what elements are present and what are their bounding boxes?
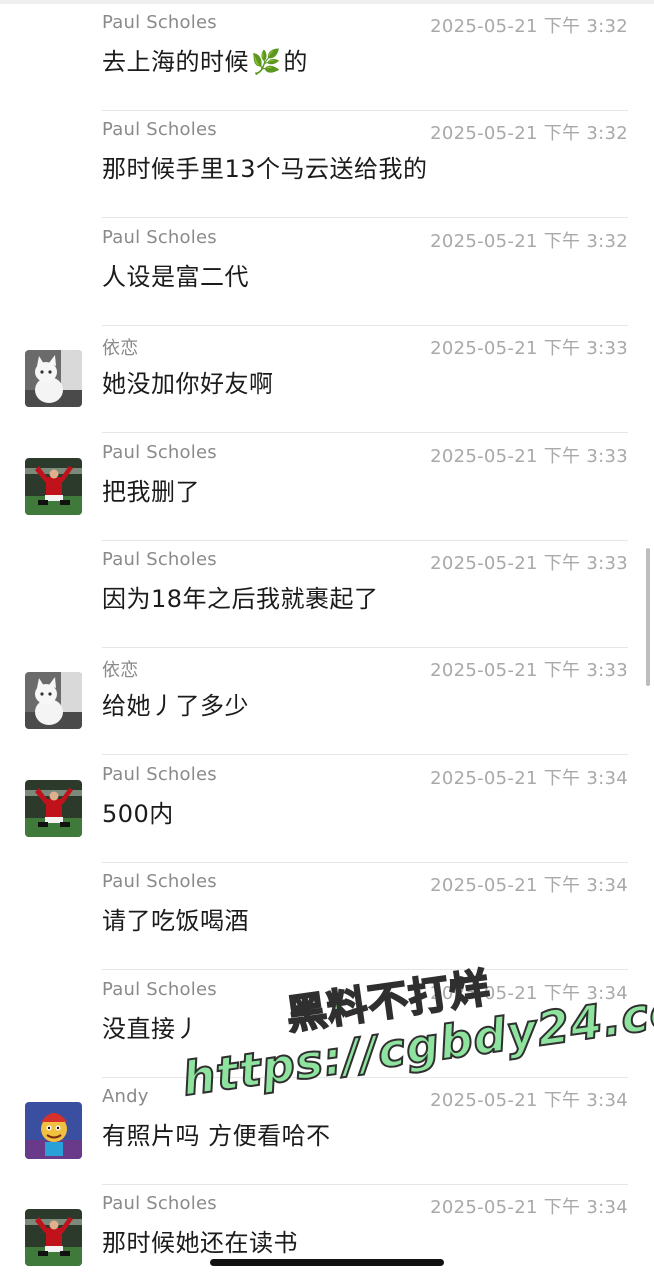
sender-name: Andy xyxy=(102,1086,149,1107)
message-item[interactable]: Paul Scholes 2025-05-21 下午 3:34 500内 xyxy=(0,756,654,863)
message-text[interactable]: 500内 xyxy=(102,794,174,829)
message-text-content: 500内 xyxy=(102,799,174,828)
message-text-content: 那时候手里13个马云送给我的 xyxy=(102,155,428,184)
sender-name: Paul Scholes xyxy=(102,119,217,141)
message-item[interactable]: 依恋 2025-05-21 下午 3:33 给她丿了多少 xyxy=(0,648,654,756)
message-text[interactable]: 人设是富二代 xyxy=(102,257,249,292)
message-timestamp: 2025-05-21 下午 3:33 xyxy=(430,660,628,682)
message-text-content: 她没加你好友啊 xyxy=(102,370,274,399)
white-cat-avatar[interactable] xyxy=(25,350,82,408)
sender-name: 依恋 xyxy=(102,338,139,360)
message-item[interactable]: Paul Scholes 2025-05-21 下午 3:33 因为18年之后我就裹… xyxy=(0,541,654,648)
message-text[interactable]: 那时候她还在读书 xyxy=(102,1223,298,1258)
message-item[interactable]: Paul Scholes 2025-05-21 下午 3:32 人设是富二代 xyxy=(0,219,654,326)
message-timestamp: 2025-05-21 下午 3:32 xyxy=(430,123,628,145)
sender-name: Paul Scholes xyxy=(102,549,217,570)
message-text-content: 去上海的时候 xyxy=(102,48,249,76)
message-text-content: 把我删了 xyxy=(102,477,200,506)
message-timestamp: 2025-05-21 下午 3:33 xyxy=(430,553,628,574)
message-item[interactable]: Paul Scholes 2025-05-21 下午 3:34 请了吃饭喝酒 xyxy=(0,863,654,971)
message-text[interactable]: 没直接丿 xyxy=(102,1009,200,1044)
footballer-avatar[interactable] xyxy=(25,779,82,837)
message-item[interactable]: Paul Scholes 2025-05-21 下午 3:32 那时候手里13个马云… xyxy=(0,111,654,219)
message-item[interactable]: Andy 2025-05-21 下午 3:34 有照片吗 方便看哈不 xyxy=(0,1078,654,1185)
chat-history-screen: Paul Scholes 2025-05-21 下午 3:32 去上海的时候🌿的 Pa… xyxy=(0,0,654,1280)
message-text-content: 给她丿了多少 xyxy=(102,692,249,721)
message-text-suffix: 的 xyxy=(283,48,308,76)
message-text[interactable]: 她没加你好友啊 xyxy=(102,364,274,399)
sender-name: Paul Scholes xyxy=(102,763,217,785)
message-text-content: 请了吃饭喝酒 xyxy=(102,907,249,936)
sender-name: Paul Scholes xyxy=(102,871,217,893)
message-item[interactable]: Paul Scholes 2025-05-21 下午 3:33 把我删了 xyxy=(0,434,654,541)
white-cat-avatar[interactable] xyxy=(25,672,82,730)
message-text[interactable]: 因为18年之后我就裹起了 xyxy=(102,579,379,614)
scrollbar[interactable] xyxy=(646,548,650,686)
message-text-content: 人设是富二代 xyxy=(102,262,249,291)
message-timestamp: 2025-05-21 下午 3:34 xyxy=(430,875,628,897)
message-timestamp: 2025-05-21 下午 3:32 xyxy=(430,230,628,252)
message-timestamp: 2025-05-21 下午 3:34 xyxy=(430,1090,628,1111)
message-text-content: 因为18年之后我就裹起了 xyxy=(102,585,379,613)
message-timestamp: 2025-05-21 下午 3:32 xyxy=(430,16,628,37)
sender-name: Paul Scholes xyxy=(102,978,217,1000)
message-timestamp: 2025-05-21 下午 3:34 xyxy=(430,1197,628,1219)
message-text-content: 有照片吗 方便看哈不 xyxy=(102,1122,331,1150)
message-text[interactable]: 有照片吗 方便看哈不 xyxy=(102,1116,331,1151)
message-text-content: 那时候她还在读书 xyxy=(102,1229,298,1258)
message-timestamp: 2025-05-21 下午 3:34 xyxy=(430,982,628,1004)
footballer-avatar[interactable] xyxy=(25,1209,82,1267)
message-text[interactable]: 请了吃饭喝酒 xyxy=(102,901,249,936)
home-indicator[interactable] xyxy=(210,1259,444,1266)
sender-name: Paul Scholes xyxy=(102,1193,217,1215)
message-item[interactable]: Paul Scholes 2025-05-21 下午 3:32 去上海的时候🌿的 xyxy=(0,4,654,111)
message-text[interactable]: 去上海的时候🌿的 xyxy=(102,42,308,77)
message-timestamp: 2025-05-21 下午 3:33 xyxy=(430,445,628,467)
sender-name: Paul Scholes xyxy=(102,226,217,248)
message-text-content: 没直接丿 xyxy=(102,1014,200,1043)
message-timestamp: 2025-05-21 下午 3:33 xyxy=(430,338,628,360)
herb-emoji-icon: 🌿 xyxy=(251,48,282,76)
message-timestamp: 2025-05-21 下午 3:34 xyxy=(430,767,628,789)
message-text[interactable]: 把我删了 xyxy=(102,472,200,507)
message-item[interactable]: Paul Scholes 2025-05-21 下午 3:34 没直接丿 xyxy=(0,971,654,1078)
message-text[interactable]: 给她丿了多少 xyxy=(102,686,249,721)
cartoon-avatar[interactable] xyxy=(25,1102,82,1159)
message-text[interactable]: 那时候手里13个马云送给我的 xyxy=(102,149,428,184)
sender-name: 依恋 xyxy=(102,660,139,682)
sender-name: Paul Scholes xyxy=(102,441,217,463)
footballer-avatar[interactable] xyxy=(25,457,82,515)
sender-name: Paul Scholes xyxy=(102,12,217,33)
message-item[interactable]: 依恋 2025-05-21 下午 3:33 她没加你好友啊 xyxy=(0,326,654,434)
